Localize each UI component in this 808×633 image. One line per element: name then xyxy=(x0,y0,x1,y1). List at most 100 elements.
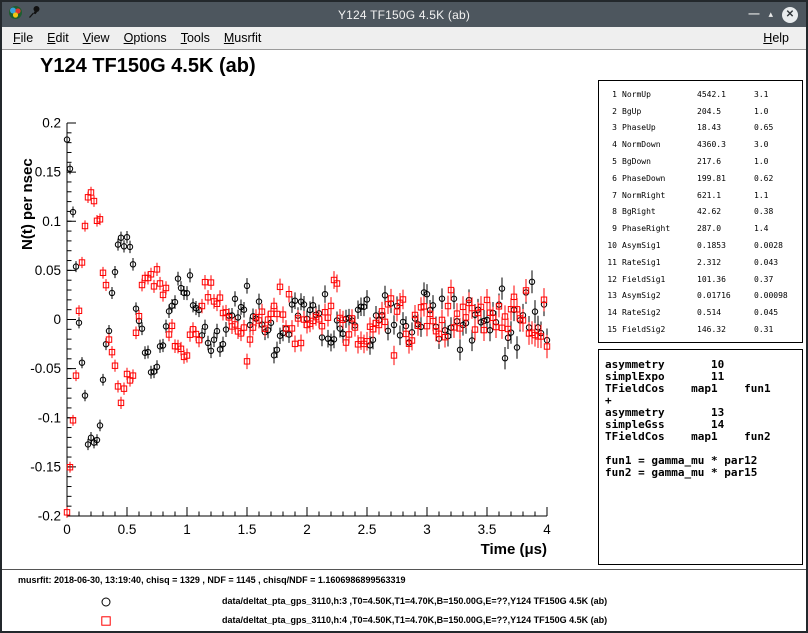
info-strip: musrfit: 2018-06-30, 13:19:40, chisq = 1… xyxy=(2,569,806,631)
param-value: 621.1 xyxy=(697,191,749,200)
parameter-row: 12FieldSig1101.360.37 xyxy=(604,271,800,288)
param-index: 13 xyxy=(604,291,617,300)
param-error: 0.045 xyxy=(754,308,800,317)
application-window: Y124 TF150G 4.5K (ab) — ▴ ✕ FileEditViewOp… xyxy=(0,0,808,633)
menu-view[interactable]: View xyxy=(76,29,117,47)
param-name: BgRight xyxy=(622,207,692,216)
parameter-row: 10AsymSig10.18530.0028 xyxy=(604,237,800,254)
param-error: 0.37 xyxy=(754,275,800,284)
param-error: 0.62 xyxy=(754,174,800,183)
plot-legend: data/deltat_pta_gps_3110,h:3 ,T0=4.50K,T… xyxy=(2,592,806,630)
param-index: 7 xyxy=(604,191,617,200)
param-value: 4542.1 xyxy=(697,90,749,99)
maximize-button[interactable]: ▴ xyxy=(768,10,773,19)
param-error: 1.1 xyxy=(754,191,800,200)
menu-musrfit[interactable]: Musrfit xyxy=(217,29,269,47)
menu-tools[interactable]: Tools xyxy=(174,29,217,47)
param-name: AsymSig2 xyxy=(622,291,692,300)
param-value: 4360.3 xyxy=(697,140,749,149)
theory-block: asymmetry 10simplExpo 11TFieldCos map1 f… xyxy=(598,349,803,565)
param-error: 0.043 xyxy=(754,258,800,267)
param-error: 1.0 xyxy=(754,107,800,116)
param-value: 0.1853 xyxy=(697,241,749,250)
menu-right: Help xyxy=(756,29,806,47)
param-name: BgUp xyxy=(622,107,692,116)
param-name: PhaseRight xyxy=(622,224,692,233)
param-error: 0.00098 xyxy=(754,291,800,300)
param-error: 1.0 xyxy=(754,157,800,166)
fit-status-line: musrfit: 2018-06-30, 13:19:40, chisq = 1… xyxy=(18,575,405,585)
svg-text:0.15: 0.15 xyxy=(35,165,61,180)
parameter-row: 14RateSig20.5140.045 xyxy=(604,304,800,321)
parameter-row: 8BgRight42.620.38 xyxy=(604,204,800,221)
legend-row: data/deltat_pta_gps_3110,h:3 ,T0=4.50K,T… xyxy=(2,592,806,611)
parameter-row: 15FieldSig2146.320.31 xyxy=(604,321,800,338)
menu-edit[interactable]: Edit xyxy=(40,29,76,47)
param-error: 0.31 xyxy=(754,325,800,334)
plot-canvas[interactable]: 00.511.522.533.54-0.2-0.15-0.1-0.0500.05… xyxy=(4,106,564,576)
svg-text:3: 3 xyxy=(423,522,431,537)
svg-text:0: 0 xyxy=(53,312,61,327)
param-index: 9 xyxy=(604,224,617,233)
param-error: 3.1 xyxy=(754,90,800,99)
param-name: RateSig1 xyxy=(622,258,692,267)
param-index: 4 xyxy=(604,140,617,149)
param-value: 146.32 xyxy=(697,325,749,334)
parameter-row: 4NormDown4360.33.0 xyxy=(604,136,800,153)
theory-line: TFieldCos map1 fun1 xyxy=(605,383,796,395)
svg-text:0: 0 xyxy=(63,522,71,537)
theory-line: TFieldCos map1 fun2 xyxy=(605,431,796,443)
param-error: 1.4 xyxy=(754,224,800,233)
parameter-row: 5BgDown217.61.0 xyxy=(604,153,800,170)
param-name: PhaseUp xyxy=(622,123,692,132)
param-error: 0.38 xyxy=(754,207,800,216)
pin-icon[interactable] xyxy=(28,5,41,24)
param-name: FieldSig1 xyxy=(622,275,692,284)
parameter-row: 1NormUp4542.13.1 xyxy=(604,86,800,103)
param-index: 10 xyxy=(604,241,617,250)
data-series-circle xyxy=(64,134,549,450)
svg-text:1.5: 1.5 xyxy=(238,522,257,537)
square-marker-icon xyxy=(100,614,112,632)
parameter-row: 13AsymSig20.017160.00098 xyxy=(604,288,800,305)
param-name: NormRight xyxy=(622,191,692,200)
parameter-row: 7 NormRight 621.1 1.1 xyxy=(604,187,800,204)
menu-help[interactable]: Help xyxy=(756,29,796,47)
parameter-row: 9PhaseRight287.01.4 xyxy=(604,220,800,237)
param-name: NormDown xyxy=(622,140,692,149)
param-error: 0.65 xyxy=(754,123,800,132)
minimize-button[interactable]: — xyxy=(748,9,759,20)
menu-options[interactable]: Options xyxy=(117,29,174,47)
menu-left: FileEditViewOptionsToolsMusrfit xyxy=(2,29,268,47)
window-title: Y124 TF150G 4.5K (ab) xyxy=(2,8,806,22)
data-series-square xyxy=(64,187,549,518)
param-index: 1 xyxy=(604,90,617,99)
close-button[interactable]: ✕ xyxy=(782,7,798,23)
param-value: 101.36 xyxy=(697,275,749,284)
menu-file[interactable]: File xyxy=(6,29,40,47)
svg-text:Time (μs): Time (μs) xyxy=(481,541,547,558)
param-index: 11 xyxy=(604,258,617,267)
legend-row: data/deltat_pta_gps_3110,h:4 ,T0=4.50K,T… xyxy=(2,611,806,630)
param-value: 42.62 xyxy=(697,207,749,216)
root-canvas[interactable]: Y124 TF150G 4.5K (ab) 00.511.522.533.54-… xyxy=(2,50,806,569)
svg-text:3.5: 3.5 xyxy=(478,522,497,537)
param-name: PhaseDown xyxy=(622,174,692,183)
param-name: BgDown xyxy=(622,157,692,166)
param-index: 2 xyxy=(604,107,617,116)
param-name: FieldSig2 xyxy=(622,325,692,334)
param-index: 14 xyxy=(604,308,617,317)
theory-line: fun2 = gamma_mu * par15 xyxy=(605,467,796,479)
titlebar[interactable]: Y124 TF150G 4.5K (ab) — ▴ ✕ xyxy=(2,2,806,27)
svg-text:2.5: 2.5 xyxy=(358,522,377,537)
parameter-table: 1NormUp4542.13.12BgUp204.51.03PhaseUp18.… xyxy=(598,80,803,343)
param-name: RateSig2 xyxy=(622,308,692,317)
param-value: 18.43 xyxy=(697,123,749,132)
svg-text:4: 4 xyxy=(543,522,551,537)
svg-text:-0.1: -0.1 xyxy=(38,410,61,425)
legend-label: data/deltat_pta_gps_3110,h:3 ,T0=4.50K,T… xyxy=(222,596,607,606)
param-index: 5 xyxy=(604,157,617,166)
plot-title: Y124 TF150G 4.5K (ab) xyxy=(40,55,256,78)
app-icon[interactable] xyxy=(8,5,23,25)
svg-text:0.1: 0.1 xyxy=(42,214,61,229)
